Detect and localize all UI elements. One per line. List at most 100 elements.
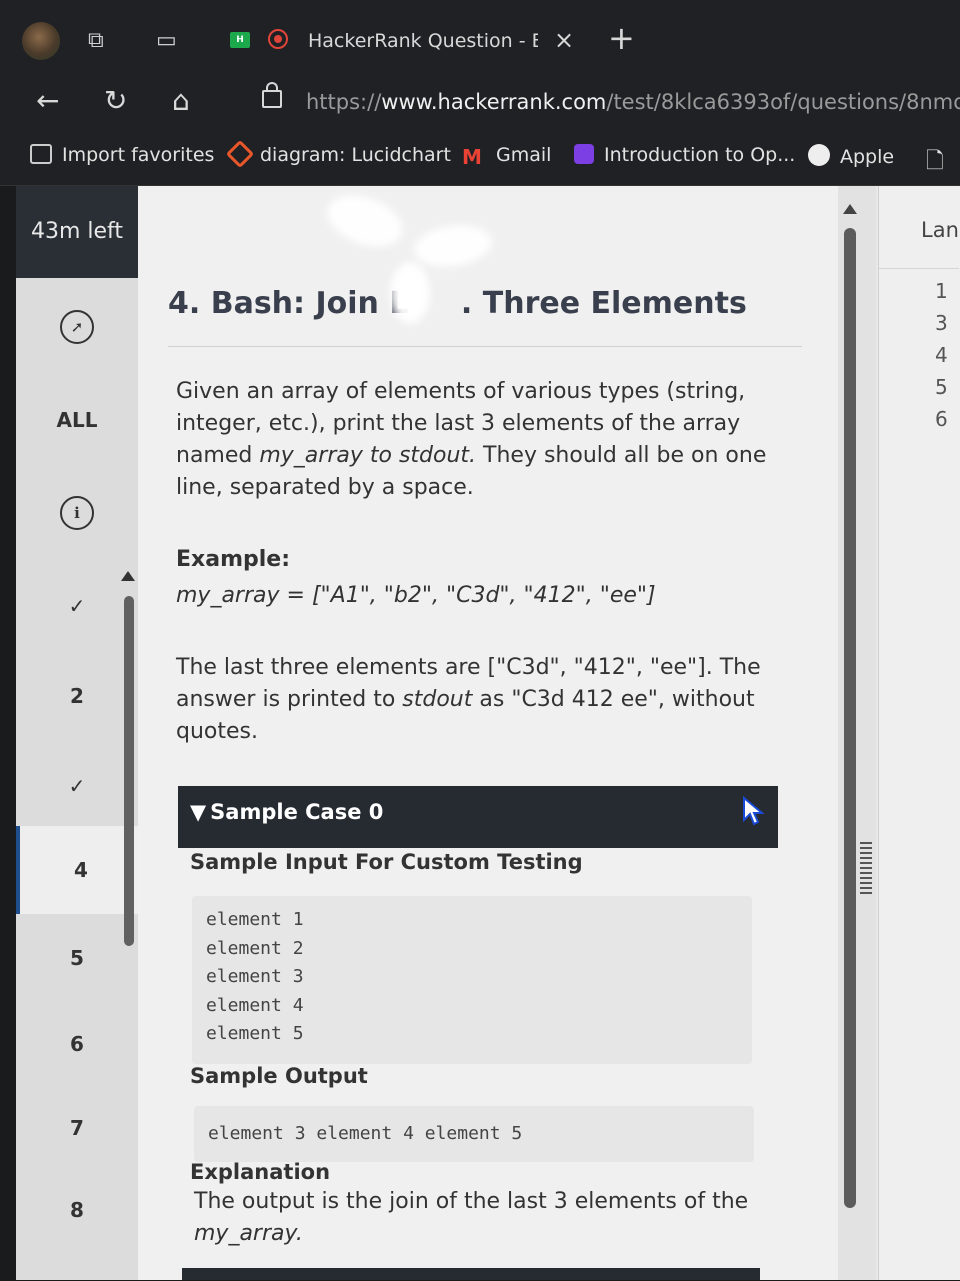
sample-case-toggle[interactable]: ▼ Sample Case 0 [178, 786, 778, 848]
screen-glare [390, 262, 430, 324]
example-code: my_array = ["A1", "b2", "C3d", "412", "e… [176, 583, 656, 608]
description-text: They should all be on one [476, 443, 767, 468]
question-nav-item-1[interactable]: ✓ [16, 594, 138, 618]
gmail-icon: M [462, 145, 482, 169]
lucidchart-icon [225, 139, 255, 169]
code-line: element 1 [206, 909, 304, 930]
question-nav-item-8[interactable]: 8 [16, 1198, 138, 1222]
content-scrollbar[interactable] [838, 186, 876, 1280]
example-explanation: The last three elements are ["C3d", "412… [176, 652, 776, 748]
profile-avatar[interactable] [22, 22, 60, 60]
tab-bar: ⧉ ▭ H HackerRank Question - Basl × + [0, 0, 960, 80]
back-icon[interactable]: ← [36, 84, 59, 117]
explanation-line: The output is the join of the last 3 ele… [194, 1189, 749, 1214]
close-tab-icon[interactable]: × [554, 26, 574, 54]
favorite-import[interactable]: Import favorites [30, 144, 214, 166]
line-number: 5 [935, 375, 948, 399]
sample-case-title: Sample Case 0 [210, 800, 384, 824]
sidebar-scrollbar[interactable] [124, 596, 134, 946]
collapse-triangle-icon: ▼ [190, 800, 207, 824]
line-number-gutter: 1 3 4 5 6 [879, 268, 959, 1281]
code-editor-panel: Lan 1 3 4 5 6 [878, 186, 960, 1280]
question-title-start: 4. Bash: Join L [168, 286, 409, 321]
all-questions-tab[interactable]: ALL [16, 408, 138, 432]
active-tab[interactable]: H HackerRank Question - Basl × [220, 22, 590, 66]
explanation-line: my_array. [194, 1221, 303, 1246]
sample-explanation: The output is the join of the last 3 ele… [194, 1186, 794, 1250]
url-scheme: https:// [306, 90, 382, 114]
example-heading: Example: [176, 547, 290, 572]
favorite-gmail[interactable]: M Gmail [462, 144, 552, 169]
explanation-line: The last three elements are ["C3d", "412… [176, 655, 761, 680]
description-text: named [176, 443, 260, 468]
tab-title: HackerRank Question - Basl [308, 30, 538, 52]
refresh-icon[interactable]: ↻ [104, 84, 127, 117]
sample-output-block: element 3 element 4 element 5 [194, 1106, 754, 1162]
code-line: element 5 [206, 1023, 304, 1044]
explanation-text: as "C3d 412 ee", without [472, 687, 755, 712]
scroll-up-icon[interactable] [843, 204, 857, 214]
favorite-course[interactable]: Introduction to Op... [574, 144, 795, 166]
home-icon[interactable]: ⌂ [172, 84, 190, 117]
other-favorites-icon[interactable]: 🗋 [926, 144, 944, 182]
language-selector[interactable]: Lan [921, 218, 959, 242]
explanation-text: answer is printed to [176, 687, 403, 712]
favorite-apple[interactable]: Apple [808, 144, 894, 168]
description-line: line, separated by a space. [176, 475, 474, 500]
favorite-label: Introduction to Op... [604, 144, 796, 166]
description-line: named my_array to stdout. They should al… [176, 440, 776, 472]
sample-input-block: element 1 element 2 element 3 element 4 … [192, 896, 752, 1064]
sidebar-scroll-up-icon[interactable] [121, 571, 135, 581]
next-sample-case-toggle[interactable] [182, 1268, 760, 1280]
recording-icon [268, 29, 288, 49]
question-content: 4. Bash: Join Last. Three Elements Given… [138, 186, 838, 1280]
favorite-lucidchart[interactable]: diagram: Lucidchart [225, 139, 451, 169]
favorite-label: Apple [840, 146, 895, 168]
address-bar[interactable]: https://www.hackerrank.com/test/8klca639… [306, 90, 960, 114]
question-nav-item-6[interactable]: 6 [16, 1032, 138, 1056]
new-tab-icon[interactable]: + [608, 22, 635, 54]
import-icon [30, 144, 52, 164]
course-icon [574, 144, 594, 164]
favorite-label: diagram: Lucidchart [260, 144, 451, 166]
sample-input-heading: Sample Input For Custom Testing [190, 850, 583, 874]
info-icon: i [60, 496, 94, 530]
apple-icon [808, 144, 830, 166]
description-line: integer, etc.), print the last 3 element… [176, 411, 741, 436]
code-line: element 4 [206, 994, 304, 1016]
mouse-cursor-icon [743, 796, 765, 826]
explanation-emphasis: stdout [402, 687, 473, 712]
favorites-bar: Import favorites diagram: Lucidchart M Gm… [0, 130, 960, 186]
line-number: 1 [935, 279, 948, 303]
question-nav-item-7[interactable]: 7 [16, 1116, 138, 1140]
description-emphasis: my_array to stdout. [259, 443, 477, 468]
question-description: Given an array of elements of various ty… [176, 376, 776, 504]
explanation-heading: Explanation [190, 1160, 331, 1184]
favorite-label: Gmail [496, 144, 552, 166]
scrollbar-thumb[interactable] [844, 228, 856, 1208]
line-number: 6 [935, 407, 948, 431]
favorite-label: Import favorites [62, 144, 215, 166]
navigation-bar: ← ↻ ⌂ https://www.hackerrank.com/test/8k… [0, 80, 960, 130]
lock-icon[interactable] [262, 82, 282, 108]
info-button[interactable]: i [16, 496, 138, 530]
explanation-line: quotes. [176, 719, 258, 744]
url-host: www.hackerrank.com [381, 90, 607, 114]
workspaces-icon[interactable]: ⧉ [88, 28, 104, 53]
divider [168, 346, 802, 347]
code-line: element 2 [206, 937, 304, 959]
question-title: 4. Bash: Join Last. Three Elements [168, 286, 747, 321]
hackerrank-page: 43m left ➚ ALL i ✓ 2 ✓ 4 5 6 7 8 4. Bash… [16, 186, 960, 1280]
url-path: /test/8klca6393of/questions/8nmo7kt [606, 90, 960, 114]
tab-actions-icon[interactable]: ▭ [156, 28, 177, 53]
navigate-icon-wrapper[interactable]: ➚ [16, 310, 138, 344]
description-line: Given an array of elements of various ty… [176, 379, 746, 404]
question-nav-item-5[interactable]: 5 [16, 946, 138, 970]
question-title-end: . Three Elements [460, 286, 747, 321]
time-remaining: 43m left [16, 186, 138, 278]
question-nav-item-3[interactable]: ✓ [16, 774, 138, 798]
resize-handle-icon[interactable] [860, 842, 872, 894]
code-line: element 3 [206, 966, 304, 987]
line-number: 4 [935, 343, 948, 367]
question-nav-item-2[interactable]: 2 [16, 684, 138, 708]
